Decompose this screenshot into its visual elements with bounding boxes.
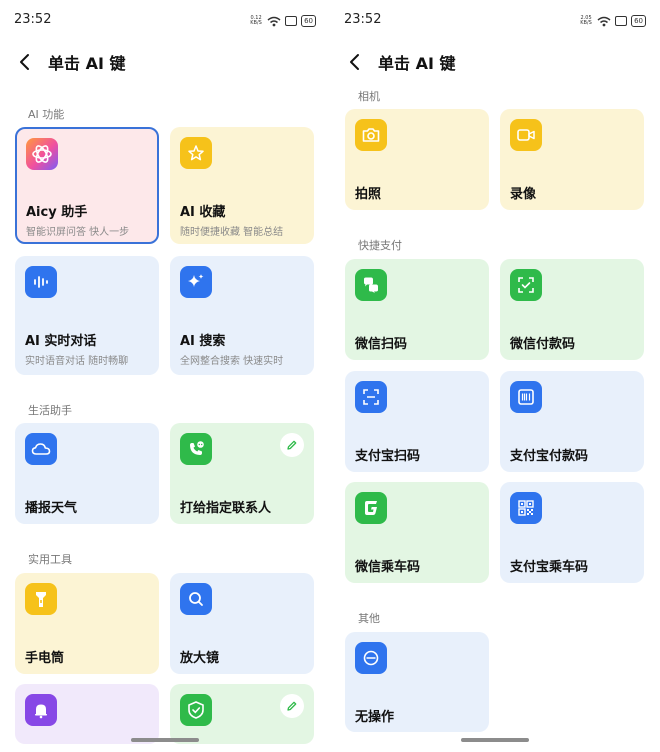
left-screen: 23:52 0.12 KB/S 60 单击 AI 键 AI 功能 Aicy 助手… bbox=[0, 0, 330, 752]
tile-ai-realtime-chat[interactable]: AI 实时对话 实时语音对话 随时畅聊 bbox=[15, 256, 159, 375]
phone-chat-icon bbox=[180, 433, 212, 465]
tile-alipay-bus[interactable]: 支付宝乘车码 bbox=[500, 482, 644, 583]
tile-subtitle: 全网整合搜索 快速实时 bbox=[180, 356, 284, 367]
back-arrow-icon bbox=[20, 54, 29, 70]
back-button[interactable] bbox=[18, 48, 46, 76]
section-label-ai: AI 功能 bbox=[28, 108, 65, 121]
star-icon bbox=[180, 137, 212, 169]
section-label-life: 生活助手 bbox=[28, 404, 72, 417]
magnifier-icon bbox=[180, 583, 212, 615]
right-screen: 23:52 2.05 KB/S 60 单击 AI 键 相机 拍照 录像 快捷支付… bbox=[330, 0, 660, 752]
tile-title: 支付宝乘车码 bbox=[510, 560, 589, 575]
tile-title: 支付宝扫码 bbox=[355, 449, 421, 464]
tile-title: 打给指定联系人 bbox=[180, 501, 272, 516]
tile-wechat-bus[interactable]: 微信乘车码 bbox=[345, 482, 489, 583]
battery-icon: 60 bbox=[631, 15, 646, 27]
wifi-icon bbox=[267, 16, 281, 26]
tile-subtitle: 智能识屏问答 快人一步 bbox=[26, 227, 130, 238]
screen-record-icon bbox=[285, 16, 298, 26]
wechat-pay-icon bbox=[510, 269, 542, 301]
tile-wechat-pay[interactable]: 微信付款码 bbox=[500, 259, 644, 360]
wechat-bus-icon bbox=[355, 492, 387, 524]
bell-icon bbox=[25, 694, 57, 726]
section-label-camera: 相机 bbox=[358, 90, 380, 103]
net-speed: 0.12 KB/S bbox=[250, 15, 262, 26]
tile-title: 拍照 bbox=[355, 187, 382, 202]
tile-title: AI 实时对话 bbox=[25, 334, 97, 349]
tile-photo[interactable]: 拍照 bbox=[345, 109, 489, 210]
back-button[interactable] bbox=[348, 48, 376, 76]
tile-call-contact[interactable]: 打给指定联系人 bbox=[170, 423, 314, 524]
home-indicator[interactable] bbox=[131, 738, 199, 742]
section-label-pay: 快捷支付 bbox=[358, 239, 402, 252]
scan-icon bbox=[355, 381, 387, 413]
tile-ai-search[interactable]: AI 搜索 全网整合搜索 快速实时 bbox=[170, 256, 314, 375]
tile-aicy-assistant[interactable]: Aicy 助手 智能识屏问答 快人一步 bbox=[15, 127, 159, 244]
tile-video[interactable]: 录像 bbox=[500, 109, 644, 210]
pencil-icon bbox=[287, 440, 297, 450]
tile-title: 手电筒 bbox=[25, 651, 65, 666]
status-icons: 0.12 KB/S 60 bbox=[249, 15, 316, 27]
barcode-icon bbox=[510, 381, 542, 413]
tile-title: 录像 bbox=[510, 187, 537, 202]
wifi-icon bbox=[597, 16, 611, 26]
section-label-tools: 实用工具 bbox=[28, 553, 72, 566]
tile-wechat-scan[interactable]: 微信扫码 bbox=[345, 259, 489, 360]
tile-subtitle: 随时便捷收藏 智能总结 bbox=[180, 227, 284, 238]
net-speed: 2.05 KB/S bbox=[580, 15, 592, 26]
page-title: 单击 AI 键 bbox=[378, 54, 456, 73]
shield-icon bbox=[180, 694, 212, 726]
camera-icon bbox=[355, 119, 387, 151]
aicy-logo-icon bbox=[26, 138, 58, 170]
tile-alipay-pay[interactable]: 支付宝付款码 bbox=[500, 371, 644, 472]
edit-button[interactable] bbox=[280, 433, 304, 457]
tile-security[interactable] bbox=[170, 684, 314, 744]
tile-weather[interactable]: 播报天气 bbox=[15, 423, 159, 524]
tile-alipay-scan[interactable]: 支付宝扫码 bbox=[345, 371, 489, 472]
home-indicator[interactable] bbox=[461, 738, 529, 742]
status-icons: 2.05 KB/S 60 bbox=[579, 15, 646, 27]
tile-title: 微信乘车码 bbox=[355, 560, 421, 575]
edit-button[interactable] bbox=[280, 694, 304, 718]
tile-title: AI 搜索 bbox=[180, 334, 226, 349]
page-title: 单击 AI 键 bbox=[48, 54, 126, 73]
tile-title: 放大镜 bbox=[180, 651, 220, 666]
sparkle-icon bbox=[180, 266, 212, 298]
video-icon bbox=[510, 119, 542, 151]
status-bar: 23:52 0.12 KB/S 60 bbox=[14, 12, 316, 30]
cloud-icon bbox=[25, 433, 57, 465]
tile-title: AI 收藏 bbox=[180, 205, 226, 220]
status-bar: 23:52 2.05 KB/S 60 bbox=[344, 12, 646, 30]
section-label-other: 其他 bbox=[358, 612, 380, 625]
back-arrow-icon bbox=[350, 54, 359, 70]
screen-record-icon bbox=[615, 16, 628, 26]
tile-title: 微信付款码 bbox=[510, 337, 576, 352]
status-time: 23:52 bbox=[14, 12, 52, 27]
tile-title: 无操作 bbox=[355, 710, 395, 725]
battery-icon: 60 bbox=[301, 15, 316, 27]
flashlight-icon bbox=[25, 583, 57, 615]
tile-title: 支付宝付款码 bbox=[510, 449, 589, 464]
tile-subtitle: 实时语音对话 随时畅聊 bbox=[25, 356, 129, 367]
no-action-icon bbox=[355, 642, 387, 674]
header: 单击 AI 键 bbox=[348, 48, 455, 76]
tile-magnifier[interactable]: 放大镜 bbox=[170, 573, 314, 674]
tile-ai-collect[interactable]: AI 收藏 随时便捷收藏 智能总结 bbox=[170, 127, 314, 244]
tile-title: 微信扫码 bbox=[355, 337, 408, 352]
voice-wave-icon bbox=[25, 266, 57, 298]
wechat-scan-icon bbox=[355, 269, 387, 301]
header: 单击 AI 键 bbox=[18, 48, 125, 76]
tile-no-action[interactable]: 无操作 bbox=[345, 632, 489, 732]
pencil-icon bbox=[287, 701, 297, 711]
status-time: 23:52 bbox=[344, 12, 382, 27]
qrcode-icon bbox=[510, 492, 542, 524]
tile-title: Aicy 助手 bbox=[26, 205, 88, 220]
tile-reminder[interactable] bbox=[15, 684, 159, 744]
tile-flashlight[interactable]: 手电筒 bbox=[15, 573, 159, 674]
tile-title: 播报天气 bbox=[25, 501, 78, 516]
